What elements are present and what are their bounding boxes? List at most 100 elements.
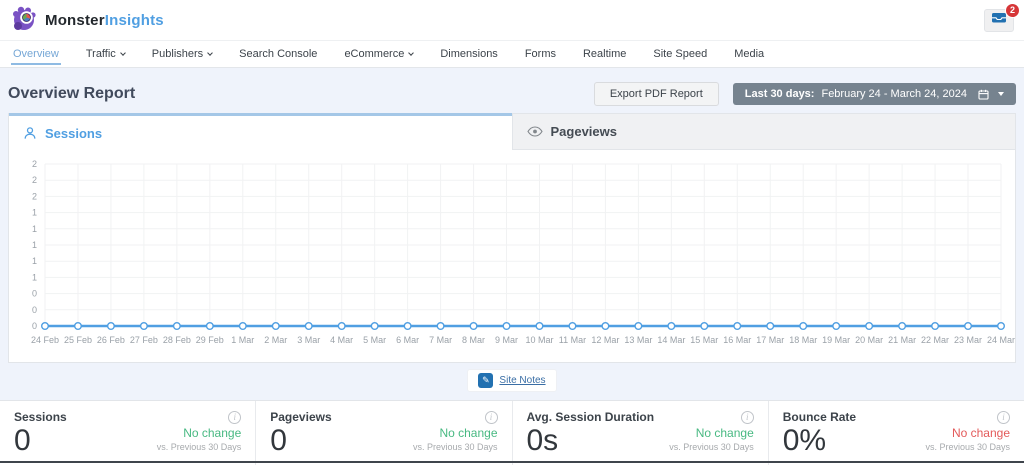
- nav-tab-site-speed[interactable]: Site Speed: [653, 41, 707, 67]
- svg-text:0: 0: [32, 321, 37, 331]
- svg-text:1: 1: [32, 256, 37, 266]
- svg-text:1: 1: [32, 272, 37, 282]
- info-icon[interactable]: i: [485, 411, 498, 424]
- info-icon[interactable]: i: [741, 411, 754, 424]
- site-notes-row: ✎ Site Notes: [0, 369, 1024, 392]
- svg-text:1: 1: [32, 224, 37, 234]
- svg-text:29 Feb: 29 Feb: [196, 335, 224, 345]
- svg-text:4 Mar: 4 Mar: [330, 335, 353, 345]
- info-icon[interactable]: i: [228, 411, 241, 424]
- chevron-down-icon: [409, 50, 415, 56]
- svg-text:13 Mar: 13 Mar: [624, 335, 652, 345]
- svg-text:28 Feb: 28 Feb: [163, 335, 191, 345]
- notification-count-badge: 2: [1005, 3, 1020, 18]
- stat-compare-period: vs. Previous 30 Days: [669, 442, 754, 452]
- svg-text:25 Feb: 25 Feb: [64, 335, 92, 345]
- svg-text:7 Mar: 7 Mar: [429, 335, 452, 345]
- stat-value: 0s: [527, 424, 559, 457]
- nav-tab-publishers[interactable]: Publishers: [152, 41, 212, 67]
- svg-text:20 Mar: 20 Mar: [855, 335, 883, 345]
- svg-text:12 Mar: 12 Mar: [591, 335, 619, 345]
- stat-change: No change: [157, 426, 242, 440]
- svg-text:2: 2: [32, 159, 37, 169]
- svg-text:8 Mar: 8 Mar: [462, 335, 485, 345]
- summary-stats-row: Sessions i 0 No change vs. Previous 30 D…: [0, 400, 1024, 465]
- nav-tab-dimensions[interactable]: Dimensions: [440, 41, 497, 67]
- svg-text:26 Feb: 26 Feb: [97, 335, 125, 345]
- svg-text:16 Mar: 16 Mar: [723, 335, 751, 345]
- nav-tab-realtime[interactable]: Realtime: [583, 41, 626, 67]
- stat-compare-period: vs. Previous 30 Days: [925, 442, 1010, 452]
- monster-mascot-icon: [10, 4, 38, 37]
- date-range-picker[interactable]: Last 30 days: February 24 - March 24, 20…: [733, 83, 1016, 105]
- svg-text:15 Mar: 15 Mar: [690, 335, 718, 345]
- svg-text:10 Mar: 10 Mar: [525, 335, 553, 345]
- stat-card-sessions: Sessions i 0 No change vs. Previous 30 D…: [0, 401, 255, 465]
- svg-text:0: 0: [32, 289, 37, 299]
- tab-pageviews-label: Pageviews: [551, 124, 618, 139]
- stat-compare-period: vs. Previous 30 Days: [413, 442, 498, 452]
- svg-text:2 Mar: 2 Mar: [264, 335, 287, 345]
- nav-tab-ecommerce[interactable]: eCommerce: [344, 41, 413, 67]
- export-pdf-button[interactable]: Export PDF Report: [594, 82, 719, 106]
- svg-text:22 Mar: 22 Mar: [921, 335, 949, 345]
- svg-text:1 Mar: 1 Mar: [231, 335, 254, 345]
- svg-text:1: 1: [32, 240, 37, 250]
- stat-card-bounce-rate: Bounce Rate i 0% No change vs. Previous …: [768, 401, 1024, 465]
- notifications-inbox-button[interactable]: 2: [984, 9, 1014, 32]
- stat-label: Bounce Rate: [783, 410, 856, 424]
- stat-value: 0: [14, 424, 31, 457]
- svg-text:21 Mar: 21 Mar: [888, 335, 916, 345]
- tab-sessions[interactable]: Sessions: [9, 113, 512, 150]
- sessions-line-chart: 0001111122224 Feb25 Feb26 Feb27 Feb28 Fe…: [9, 150, 1015, 362]
- info-icon[interactable]: i: [997, 411, 1010, 424]
- chart-canvas: 0001111122224 Feb25 Feb26 Feb27 Feb28 Fe…: [9, 150, 1015, 362]
- svg-text:11 Mar: 11 Mar: [559, 335, 586, 345]
- pencil-icon: ✎: [478, 373, 493, 388]
- svg-text:14 Mar: 14 Mar: [657, 335, 685, 345]
- monsterinsights-logo[interactable]: MonsterInsights: [10, 4, 164, 37]
- nav-tab-media[interactable]: Media: [734, 41, 764, 67]
- tab-pageviews[interactable]: Pageviews: [512, 113, 1016, 150]
- chart-metric-tabs: Sessions Pageviews: [9, 113, 1015, 150]
- report-header-row: Overview Report Export PDF Report Last 3…: [8, 81, 1016, 107]
- site-notes-button[interactable]: ✎ Site Notes: [467, 369, 556, 392]
- eye-icon: [527, 126, 543, 137]
- date-range-label: Last 30 days:: [745, 88, 815, 100]
- svg-text:23 Mar: 23 Mar: [954, 335, 982, 345]
- svg-text:9 Mar: 9 Mar: [495, 335, 518, 345]
- nav-tab-traffic[interactable]: Traffic: [86, 41, 125, 67]
- brand-name: MonsterInsights: [45, 12, 164, 29]
- stat-label: Avg. Session Duration: [527, 410, 655, 424]
- person-icon: [23, 126, 37, 140]
- stat-value: 0: [270, 424, 287, 457]
- svg-text:6 Mar: 6 Mar: [396, 335, 419, 345]
- tab-sessions-label: Sessions: [45, 126, 102, 141]
- svg-text:5 Mar: 5 Mar: [363, 335, 386, 345]
- chevron-down-icon: [120, 50, 126, 56]
- report-navigation: Overview Traffic Publishers Search Conso…: [0, 40, 1024, 68]
- svg-text:1: 1: [32, 208, 37, 218]
- page-title: Overview Report: [8, 85, 135, 103]
- svg-text:17 Mar: 17 Mar: [756, 335, 784, 345]
- stat-change: No change: [413, 426, 498, 440]
- svg-text:27 Feb: 27 Feb: [130, 335, 158, 345]
- nav-tab-forms[interactable]: Forms: [525, 41, 556, 67]
- svg-text:2: 2: [32, 191, 37, 201]
- chevron-down-icon: [207, 50, 213, 56]
- stat-card-pageviews: Pageviews i 0 No change vs. Previous 30 …: [255, 401, 511, 465]
- report-actions: Export PDF Report Last 30 days: February…: [594, 82, 1016, 106]
- nav-tab-overview[interactable]: Overview: [13, 41, 59, 67]
- svg-text:19 Mar: 19 Mar: [822, 335, 850, 345]
- svg-text:24 Mar: 24 Mar: [987, 335, 1015, 345]
- nav-tab-search-console[interactable]: Search Console: [239, 41, 317, 67]
- calendar-icon: [978, 89, 989, 100]
- stat-change: No change: [925, 426, 1010, 440]
- top-header: MonsterInsights 2: [0, 0, 1024, 40]
- site-notes-label: Site Notes: [499, 375, 545, 386]
- svg-text:24 Feb: 24 Feb: [31, 335, 59, 345]
- caret-down-icon: [998, 92, 1004, 96]
- stat-change: No change: [669, 426, 754, 440]
- svg-text:0: 0: [32, 305, 37, 315]
- stat-card-avg-session-duration: Avg. Session Duration i 0s No change vs.…: [512, 401, 768, 465]
